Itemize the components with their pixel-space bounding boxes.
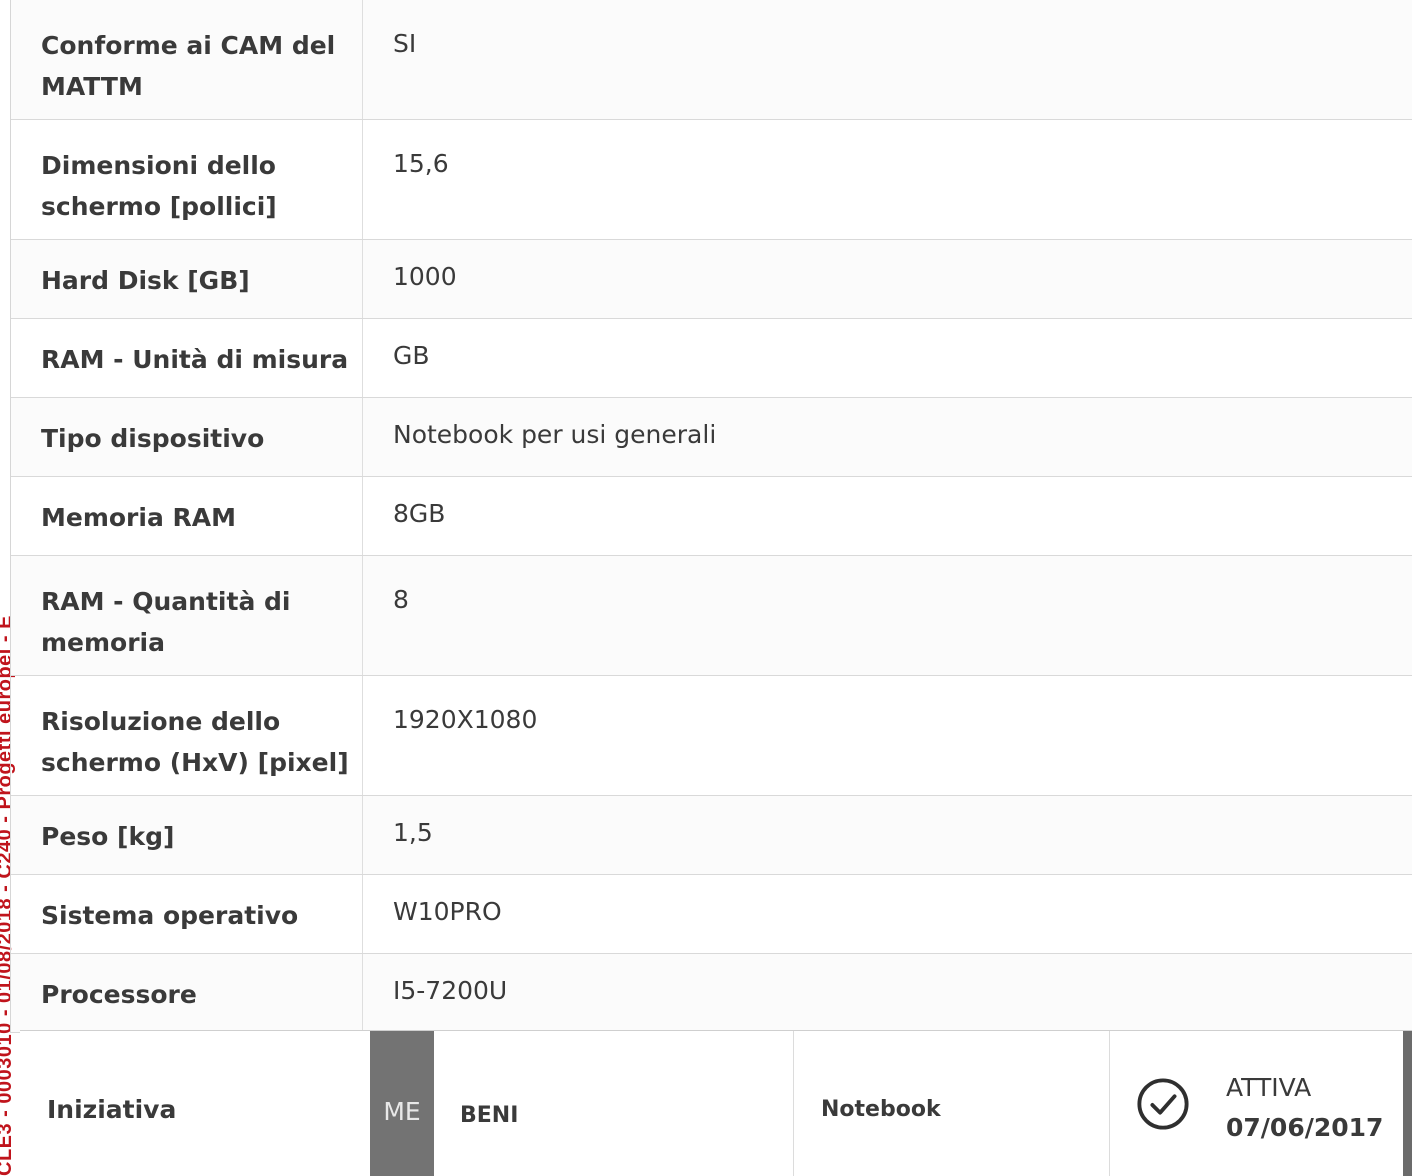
spec-label: Memoria RAM — [11, 477, 363, 555]
spec-label: Hard Disk [GB] — [11, 240, 363, 318]
spec-row-hard-disk: Hard Disk [GB] 1000 — [11, 240, 1412, 319]
spec-row-ram-unit: RAM - Unità di misura GB — [11, 319, 1412, 398]
status-date: 07/06/2017 — [1226, 1113, 1384, 1142]
spec-label: RAM - Quantità di memoria — [11, 556, 363, 675]
spec-row-os: Sistema operativo W10PRO — [11, 875, 1412, 954]
spec-value: Notebook per usi generali — [393, 420, 717, 449]
spec-label: Sistema operativo — [11, 875, 363, 953]
spec-row-weight: Peso [kg] 1,5 — [11, 796, 1412, 875]
spec-label: Conforme ai CAM del MATTM — [11, 0, 363, 119]
spec-row-cam: Conforme ai CAM del MATTM SI — [11, 0, 1412, 120]
spec-value: 8GB — [393, 499, 446, 528]
initiative-subcategory: Notebook — [794, 1031, 1110, 1176]
initiative-category: BENI — [434, 1031, 794, 1176]
spec-value: SI — [393, 29, 417, 58]
spec-label: Risoluzione dello schermo (HxV) [pixel] — [11, 676, 363, 795]
spec-value: 1920X1080 — [393, 705, 538, 734]
spec-label: RAM - Unità di misura — [11, 319, 363, 397]
spec-label: Processore — [11, 954, 363, 1032]
document-page: CLE3 - 0003010 - 01/08/2018 - C240 - Pro… — [0, 0, 1412, 1176]
spec-value: GB — [393, 341, 430, 370]
spec-label: Peso [kg] — [11, 796, 363, 874]
spec-value: W10PRO — [393, 897, 502, 926]
status-label: ATTIVA — [1226, 1073, 1312, 1102]
check-circle-icon — [1137, 1078, 1189, 1130]
specs-table: Conforme ai CAM del MATTM SI Dimensioni … — [10, 0, 1412, 1033]
edge-bar — [1403, 1031, 1412, 1176]
spec-row-screen-size: Dimensioni dello schermo [pollici] 15,6 — [11, 120, 1412, 240]
spec-row-resolution: Risoluzione dello schermo (HxV) [pixel] … — [11, 676, 1412, 796]
spec-value: 8 — [393, 585, 409, 614]
spec-label: Tipo dispositivo — [11, 398, 363, 476]
status-text-block: ATTIVA 07/06/2017 — [1226, 1073, 1383, 1143]
spec-row-ram-quantity: RAM - Quantità di memoria 8 — [11, 556, 1412, 676]
initiative-bar: Iniziativa ME BENI Notebook ATTIVA 07/06… — [20, 1030, 1412, 1176]
spec-row-processor: Processore I5-7200U — [11, 954, 1412, 1033]
spec-value: 1000 — [393, 262, 457, 291]
initiative-status: ATTIVA 07/06/2017 — [1110, 1031, 1403, 1176]
spec-value: 1,5 — [393, 818, 433, 847]
spec-value: 15,6 — [393, 149, 449, 178]
spec-row-device-type: Tipo dispositivo Notebook per usi genera… — [11, 398, 1412, 477]
spec-label: Dimensioni dello schermo [pollici] — [11, 120, 363, 239]
initiative-tag: ME — [370, 1031, 434, 1176]
initiative-label: Iniziativa — [47, 1095, 177, 1124]
spec-value: I5-7200U — [393, 976, 508, 1005]
spec-row-ram-memory: Memoria RAM 8GB — [11, 477, 1412, 556]
